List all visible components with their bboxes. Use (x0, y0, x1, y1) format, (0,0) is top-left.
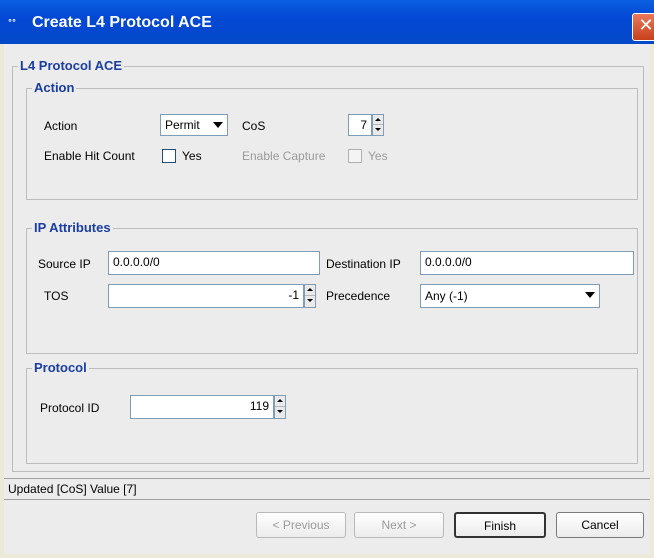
protocol-id-spinner[interactable] (274, 395, 286, 419)
tos-spinner[interactable] (304, 284, 316, 308)
action-label: Action (44, 119, 78, 133)
capture-label: Enable Capture (242, 149, 326, 163)
capture-checkbox-label: Yes (368, 149, 388, 163)
destination-ip-label: Destination IP (326, 257, 401, 271)
action-group-label: Action (32, 80, 77, 96)
status-text: Updated [CoS] Value [7] (8, 482, 137, 496)
hit-count-checkbox-label: Yes (182, 149, 202, 163)
capture-checkbox (348, 149, 362, 163)
spinner-up-icon[interactable] (275, 396, 285, 407)
spinner-up-icon[interactable] (305, 285, 315, 296)
protocol-group-label: Protocol (32, 360, 89, 376)
protocol-id-input[interactable]: 119 (130, 395, 274, 419)
action-dropdown-value: Permit (165, 118, 200, 132)
destination-ip-input[interactable]: 0.0.0.0/0 (420, 251, 634, 275)
action-group (26, 88, 638, 200)
title-bar[interactable]: ᐤᐤ Create L4 Protocol ACE ✕ (0, 0, 654, 44)
cos-label: CoS (242, 119, 266, 133)
chevron-down-icon (585, 292, 595, 298)
cos-input[interactable]: 7 (348, 114, 372, 136)
spinner-down-icon[interactable] (275, 407, 285, 418)
cancel-button[interactable]: Cancel (556, 512, 644, 538)
close-button[interactable]: ✕ (632, 13, 654, 41)
hit-count-label: Enable Hit Count (44, 149, 135, 163)
tos-label: TOS (44, 289, 69, 303)
spinner-up-icon[interactable] (373, 115, 383, 125)
finish-button[interactable]: Finish (454, 512, 546, 538)
dialog-body: L4 Protocol ACE Action Action Permit CoS… (4, 44, 650, 554)
ip-attributes-group-label: IP Attributes (32, 220, 113, 236)
cos-spinner[interactable] (372, 114, 384, 136)
precedence-dropdown-value: Any (-1) (425, 289, 468, 303)
dialog-window: ᐤᐤ Create L4 Protocol ACE ✕ L4 Protocol … (0, 0, 654, 558)
source-ip-input[interactable]: 0.0.0.0/0 (108, 251, 320, 275)
next-button: Next > (354, 512, 444, 538)
tos-input[interactable]: -1 (108, 284, 304, 308)
spinner-down-icon[interactable] (373, 125, 383, 135)
precedence-dropdown[interactable]: Any (-1) (420, 284, 600, 308)
l4-protocol-ace-group-label: L4 Protocol ACE (18, 58, 125, 74)
precedence-label: Precedence (326, 289, 391, 303)
window-title: Create L4 Protocol ACE (32, 14, 212, 31)
app-icon: ᐤᐤ (8, 18, 16, 29)
hit-count-checkbox[interactable] (162, 149, 176, 163)
protocol-id-label: Protocol ID (40, 401, 100, 415)
chevron-down-icon (213, 122, 223, 128)
previous-button: < Previous (256, 512, 346, 538)
action-dropdown[interactable]: Permit (160, 114, 228, 136)
status-bar: Updated [CoS] Value [7] (4, 478, 650, 500)
source-ip-label: Source IP (38, 257, 91, 271)
spinner-down-icon[interactable] (305, 296, 315, 307)
protocol-group (26, 368, 638, 464)
